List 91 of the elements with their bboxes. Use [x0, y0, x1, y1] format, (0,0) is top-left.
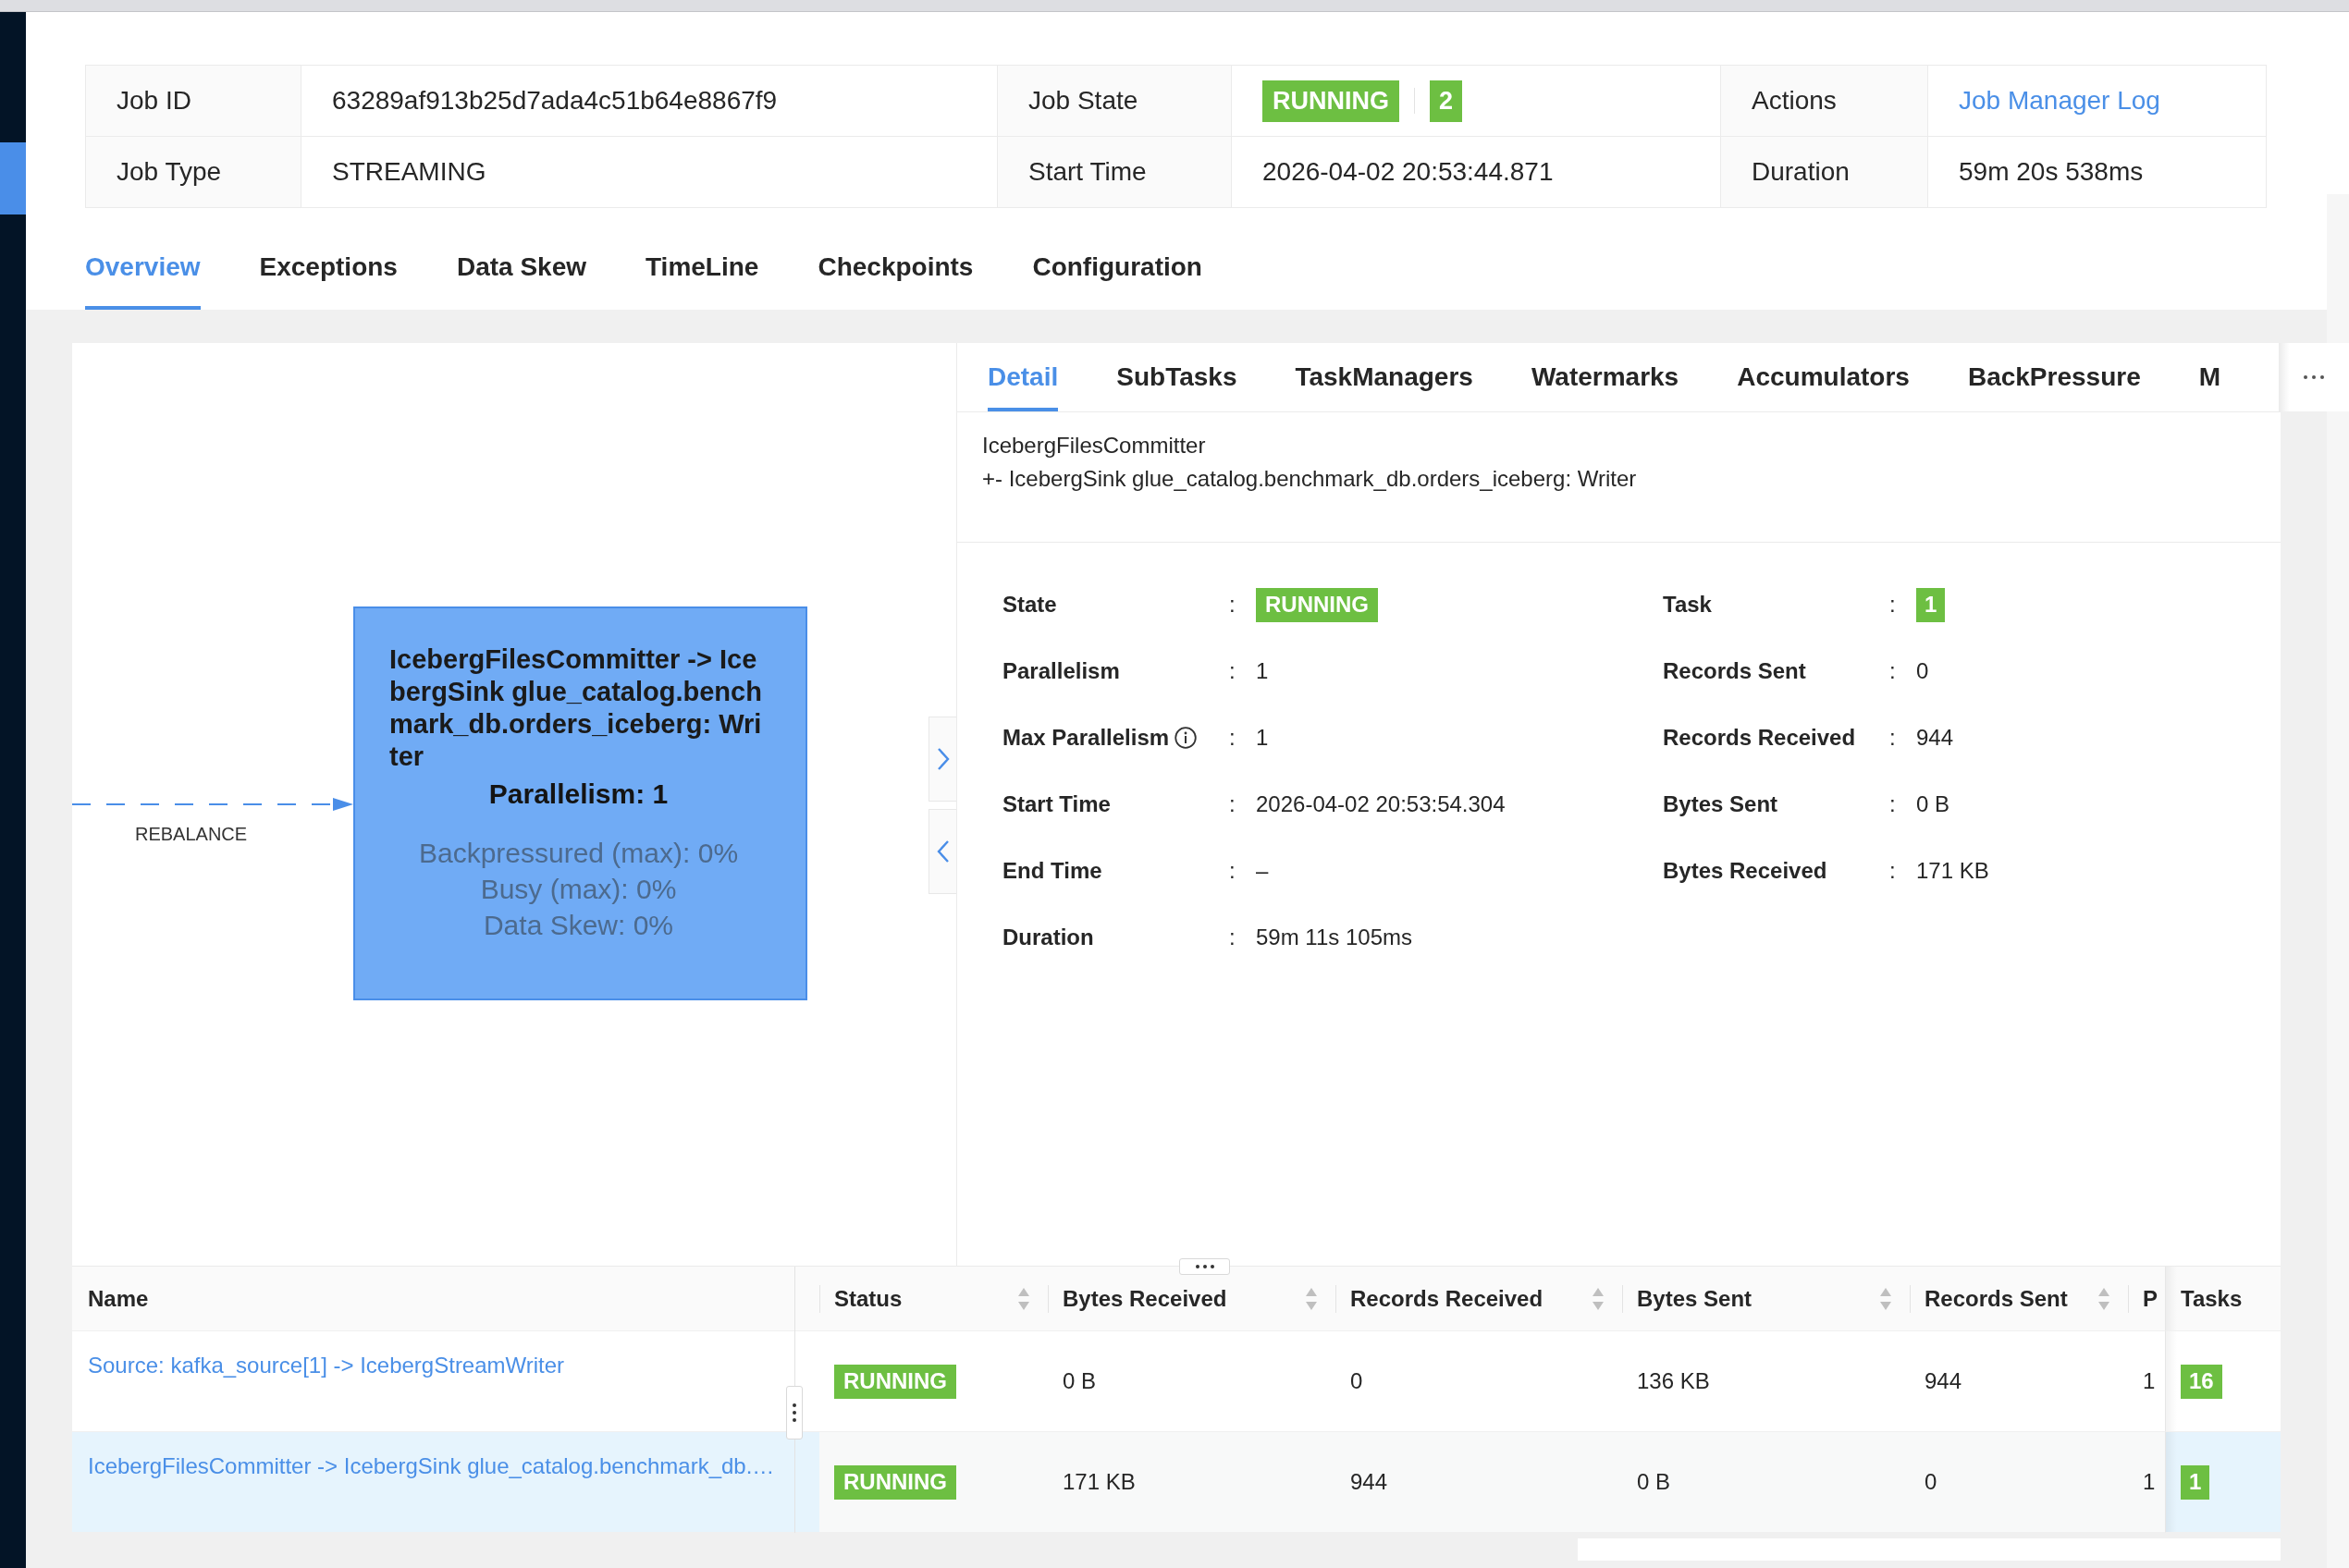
field-value: 2026-04-02 20:53:54.304 — [1256, 791, 1506, 817]
description-line: IcebergFilesCommitter — [982, 432, 1207, 459]
field-colon: : — [1889, 725, 1897, 751]
tab[interactable]: Data Skew — [456, 225, 586, 310]
node-metric: Busy (max): 0% — [479, 873, 678, 906]
field-colon: : — [1229, 925, 1236, 950]
field-colon: : — [1229, 725, 1236, 751]
field-value: 944 — [1916, 725, 1954, 751]
status-tag: RUNNING — [834, 1464, 956, 1500]
field-colon: : — [1229, 592, 1236, 618]
field-value: 1 — [1256, 725, 1269, 751]
column-header[interactable]: Bytes Received — [1048, 1267, 1335, 1331]
tab[interactable]: SubTasks — [1116, 343, 1237, 411]
field-colon: : — [1229, 858, 1236, 884]
field-label: End Time — [1002, 858, 1102, 884]
column-header[interactable]: Records Sent — [1910, 1267, 2128, 1331]
field-label: State — [1002, 592, 1057, 618]
info-label: Start Time — [998, 137, 1232, 208]
node-parallelism: Parallelism: 1 — [487, 778, 670, 811]
field-value: 0 — [1916, 658, 1929, 684]
info-value: STREAMING — [301, 137, 998, 208]
chevron-right-icon — [936, 747, 950, 771]
info-value: 63289af913b25d7ada4c51b64e8867f9 — [301, 66, 998, 137]
node-metric: Backpressured (max): 0% — [417, 837, 740, 870]
field-label: Max Parallelism — [1002, 725, 1170, 751]
expand-button[interactable] — [929, 717, 956, 802]
field-label: Records Received — [1663, 725, 1856, 751]
field-label: Records Sent — [1663, 658, 1806, 684]
info-label: Actions — [1721, 66, 1928, 137]
info-label: Job State — [998, 66, 1232, 137]
tab[interactable]: Exceptions — [259, 225, 398, 310]
collapse-button[interactable] — [929, 809, 956, 894]
field-label: Parallelism — [1002, 658, 1120, 684]
status-tag: RUNNING — [834, 1364, 956, 1399]
field-colon: : — [1889, 592, 1897, 618]
info-value: 59m 20s 538ms — [1928, 137, 2267, 208]
tab[interactable]: M — [2198, 343, 2221, 411]
count-tag: 1 — [1916, 587, 1946, 622]
field-value: 0 B — [1916, 791, 1950, 817]
table-cell: 0 B — [1622, 1432, 1910, 1533]
count-tag: 2 — [1430, 80, 1463, 122]
field-label: Start Time — [1002, 791, 1111, 817]
table-cell: 171 KB — [1048, 1432, 1335, 1533]
table-cell: 944 — [1335, 1432, 1622, 1533]
field-colon: : — [1889, 791, 1897, 817]
status-tag: RUNNING — [1256, 587, 1378, 622]
tab[interactable]: TaskManagers — [1295, 343, 1473, 411]
info-label: Duration — [1721, 137, 1928, 208]
tab[interactable]: Checkpoints — [818, 225, 974, 310]
column-header: Tasks — [2165, 1267, 2281, 1331]
tab[interactable]: BackPressure — [1967, 343, 2141, 411]
field-colon: : — [1229, 658, 1236, 684]
info-label: Job ID — [86, 66, 301, 137]
tab[interactable]: Configuration — [1032, 225, 1202, 310]
field-value: 59m 11s 105ms — [1256, 925, 1412, 950]
tab[interactable]: Watermarks — [1531, 343, 1679, 411]
tab[interactable]: Accumulators — [1737, 343, 1910, 411]
table-row[interactable]: IcebergFilesCommitter -> IcebergSink glue_catalog.benchmark_db.… RUNNING 171 KB 944 0 B 0 1 1 — [72, 1432, 2281, 1533]
graph-node[interactable]: IcebergFilesCommitter -> IcebergSink glue_catalog.benchmark_db.orders_iceberg: Writer Parallelism: 1 Backpressured (max): 0% Busy (max): 0% Data Skew: 0% — [353, 606, 807, 1000]
column-header: P — [2128, 1267, 2165, 1331]
field-label: Task — [1663, 592, 1712, 618]
field-colon: : — [1889, 658, 1897, 684]
field-colon: : — [1889, 858, 1897, 884]
field-label: Duration — [1002, 925, 1094, 950]
field-value: 1 — [1256, 658, 1269, 684]
node-title: IcebergFilesCommitter -> IcebergSink glue_catalog.benchmark_db.orders_iceberg: Writer — [389, 643, 763, 773]
count-tag: 16 — [2181, 1364, 2222, 1399]
edge-label: REBALANCE — [135, 823, 248, 845]
column-header[interactable]: Bytes Sent — [1622, 1267, 1910, 1331]
chevron-left-icon — [936, 839, 950, 864]
field-value: 171 KB — [1916, 858, 1989, 884]
field-value: – — [1256, 858, 1269, 884]
field-label: Bytes Sent — [1663, 791, 1778, 817]
field-label: Bytes Received — [1663, 858, 1827, 884]
table-cell: 0 — [1910, 1432, 2128, 1533]
count-tag: 1 — [2181, 1464, 2210, 1500]
ellipsis-icon — [2304, 375, 2325, 379]
ellipsis-icon — [1195, 1265, 1214, 1268]
node-metric: Data Skew: 0% — [482, 909, 675, 942]
panel-resize-handle[interactable] — [1179, 1258, 1230, 1275]
tab[interactable]: TimeLine — [646, 225, 759, 310]
field-colon: : — [1229, 791, 1236, 817]
status-tag: RUNNING — [1262, 80, 1399, 122]
description-line: +- IcebergSink glue_catalog.benchmark_db.orders_iceberg: Writer — [982, 465, 1638, 493]
info-icon[interactable] — [1174, 727, 1198, 749]
column-header: Name — [72, 1267, 819, 1331]
info-label: Job Type — [86, 137, 301, 208]
column-resize-handle[interactable] — [786, 1386, 803, 1439]
column-header[interactable]: Status — [819, 1267, 1048, 1331]
vertical-ellipsis-icon — [793, 1403, 796, 1422]
column-header[interactable]: Records Received — [1335, 1267, 1622, 1331]
